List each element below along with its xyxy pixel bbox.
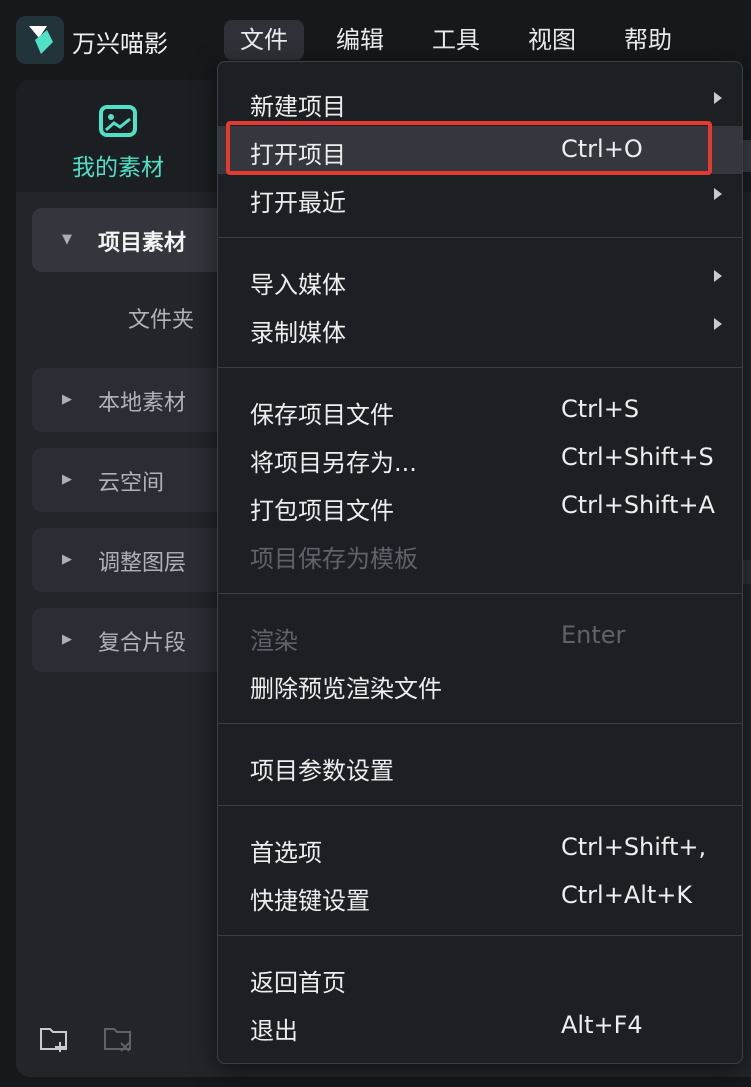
expand-triangle-icon: ▶ — [62, 472, 72, 487]
menu-file[interactable]: 文件 — [224, 20, 304, 60]
media-icon — [99, 105, 137, 137]
menu-item-shortcut: Ctrl+Alt+K — [561, 881, 693, 909]
menu-item-label: 保存项目文件 — [250, 401, 394, 429]
menu-item-shortcut: Ctrl+Shift+, — [561, 833, 707, 861]
menu-separator — [218, 593, 742, 594]
category-label: 云空间 — [98, 471, 165, 496]
menu-item-shortcut: Ctrl+Shift+A — [561, 491, 715, 519]
folder-item[interactable]: 文件夹 — [128, 302, 194, 334]
menu-exit[interactable]: 退出 Alt+F4 — [218, 1002, 742, 1050]
menu-item-label: 导入媒体 — [250, 271, 346, 299]
menu-back-home[interactable]: 返回首页 — [218, 954, 742, 1002]
submenu-arrow-icon — [714, 318, 722, 330]
menu-item-label: 退出 — [250, 1017, 298, 1045]
menu-item-label: 渲染 — [250, 627, 298, 655]
menu-save-project-as[interactable]: 将项目另存为... Ctrl+Shift+S — [218, 434, 742, 482]
highlight-box — [226, 121, 712, 175]
app-name: 万兴喵影 — [72, 30, 168, 58]
menu-item-label: 打包项目文件 — [250, 497, 394, 525]
my-media-tab[interactable]: 我的素材 — [72, 148, 164, 182]
category-label: 本地素材 — [98, 391, 187, 416]
submenu-arrow-icon — [714, 92, 722, 104]
menu-item-label: 快捷键设置 — [250, 887, 370, 915]
menu-import-media[interactable]: 导入媒体 — [218, 256, 742, 304]
menu-item-shortcut: Enter — [561, 621, 626, 649]
menu-item-label: 项目参数设置 — [250, 757, 394, 785]
menu-item-label: 返回首页 — [250, 969, 346, 997]
menu-record-media[interactable]: 录制媒体 — [218, 304, 742, 352]
menu-edit[interactable]: 编辑 — [330, 20, 390, 60]
menu-delete-preview-render[interactable]: 删除预览渲染文件 — [218, 660, 742, 708]
menu-save-as-template: 项目保存为模板 — [218, 530, 742, 578]
menu-shortcut-settings[interactable]: 快捷键设置 Ctrl+Alt+K — [218, 872, 742, 920]
menu-help[interactable]: 帮助 — [618, 20, 678, 60]
menu-separator — [218, 367, 742, 368]
menu-item-label: 打开最近 — [250, 189, 346, 217]
menu-item-label: 将项目另存为... — [250, 449, 417, 477]
expand-triangle-icon: ▶ — [62, 632, 72, 647]
expand-triangle-icon: ▶ — [62, 392, 72, 407]
menu-pack-project[interactable]: 打包项目文件 Ctrl+Shift+A — [218, 482, 742, 530]
menu-item-label: 首选项 — [250, 839, 322, 867]
menu-item-label: 删除预览渲染文件 — [250, 675, 442, 703]
menu-separator — [218, 237, 742, 238]
category-label: 项目素材 — [98, 231, 187, 256]
submenu-arrow-icon — [714, 188, 722, 200]
new-folder-icon[interactable] — [38, 1024, 72, 1054]
category-label: 调整图层 — [98, 551, 187, 576]
menu-tools[interactable]: 工具 — [426, 20, 486, 60]
menu-render: 渲染 Enter — [218, 612, 742, 660]
file-menu-dropdown: 新建项目 打开项目 Ctrl+O 打开最近 导入媒体 录制媒体 保存项目文件 C… — [217, 61, 743, 1064]
collapse-triangle-icon: ▼ — [62, 232, 72, 247]
menu-project-settings[interactable]: 项目参数设置 — [218, 742, 742, 790]
menu-item-label: 录制媒体 — [250, 319, 346, 347]
menu-item-shortcut: Ctrl+S — [561, 395, 640, 423]
menu-save-project[interactable]: 保存项目文件 Ctrl+S — [218, 386, 742, 434]
delete-folder-icon[interactable] — [102, 1024, 136, 1054]
app-logo-icon — [16, 16, 64, 64]
menu-item-shortcut: Ctrl+Shift+S — [561, 443, 714, 471]
menu-item-label: 新建项目 — [250, 93, 346, 121]
expand-triangle-icon: ▶ — [62, 552, 72, 567]
category-label: 复合片段 — [98, 631, 187, 656]
menu-separator — [218, 935, 742, 936]
menu-separator — [218, 805, 742, 806]
menu-item-label: 项目保存为模板 — [250, 545, 418, 573]
menu-open-recent[interactable]: 打开最近 — [218, 174, 742, 222]
menu-new-project[interactable]: 新建项目 — [218, 78, 742, 126]
menu-item-shortcut: Alt+F4 — [561, 1011, 643, 1039]
menu-view[interactable]: 视图 — [522, 20, 582, 60]
submenu-arrow-icon — [714, 270, 722, 282]
menu-separator — [218, 723, 742, 724]
menu-open-project[interactable]: 打开项目 Ctrl+O — [218, 121, 742, 175]
menu-preferences[interactable]: 首选项 Ctrl+Shift+, — [218, 824, 742, 872]
